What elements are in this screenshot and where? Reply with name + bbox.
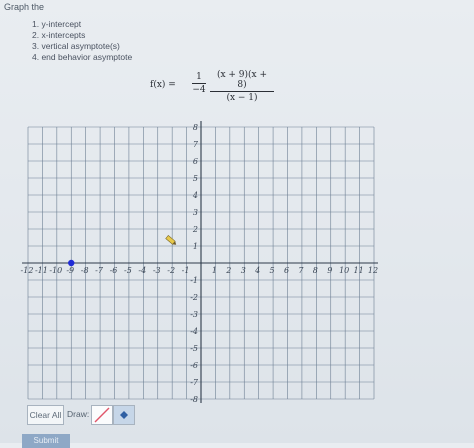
- x-tick-label: 12: [368, 266, 378, 275]
- plotted-points[interactable]: [68, 259, 75, 267]
- y-tick-label: 6: [193, 157, 198, 166]
- y-tick-label: -6: [190, 361, 198, 370]
- x-tick-label: 10: [339, 266, 349, 275]
- x-tick-label: -1: [182, 266, 190, 275]
- graph-canvas[interactable]: -12 -11 -10 -9 -8 -7 -6 -5 -4 -3 -2 -1 1 2 3 4 5 6 7 8 9 10 11…: [0, 0, 474, 443]
- x-tick-label: -9: [66, 266, 74, 275]
- x-tick-label: 8: [313, 266, 318, 275]
- x-tick-label: -7: [95, 266, 104, 275]
- x-tick-label: -4: [138, 266, 146, 275]
- x-tick-label: -3: [153, 266, 161, 275]
- x-tick-label: 7: [298, 266, 304, 275]
- x-tick-label: 3: [241, 266, 246, 275]
- y-tick-label: -7: [190, 378, 199, 387]
- x-tick-label: 2: [225, 266, 231, 275]
- x-tick-label: -2: [167, 266, 175, 275]
- submit-button[interactable]: Submit: [22, 434, 70, 448]
- x-tick-label: 5: [270, 266, 275, 275]
- line-tool-button[interactable]: [91, 405, 113, 425]
- x-tick-label: 1: [212, 266, 217, 275]
- x-tick-label: 4: [254, 266, 260, 275]
- y-tick-label: -5: [190, 344, 198, 353]
- y-tick-label: 4: [192, 191, 198, 200]
- y-tick-label: -1: [190, 276, 198, 285]
- point-tool-button[interactable]: [113, 405, 135, 425]
- line-tool-icon: [94, 407, 110, 423]
- y-tick-label: 3: [193, 208, 198, 217]
- draw-label: Draw:: [67, 409, 90, 419]
- pencil-cursor-icon: [165, 235, 177, 245]
- x-tick-label: -11: [35, 266, 48, 275]
- axes: [22, 121, 378, 403]
- y-tick-label: 1: [193, 242, 198, 251]
- y-tick-label: -8: [190, 395, 198, 404]
- x-tick-label: 6: [284, 266, 289, 275]
- x-tick-label: -10: [49, 266, 62, 275]
- x-tick-label: -8: [81, 266, 89, 275]
- x-intercept-point[interactable]: [68, 259, 75, 267]
- y-tick-label: -3: [190, 310, 198, 319]
- y-tick-label: 7: [193, 140, 199, 149]
- x-tick-label: 11: [353, 266, 363, 275]
- y-tick-label: 5: [193, 174, 198, 183]
- x-tick-label: 9: [327, 266, 332, 275]
- x-tick-label: -12: [21, 266, 34, 275]
- y-tick-label: 2: [192, 225, 198, 234]
- x-tick-label: -6: [110, 266, 118, 275]
- y-tick-label: -4: [190, 327, 198, 336]
- clear-all-button[interactable]: Clear All: [27, 405, 64, 425]
- y-tick-label: 8: [193, 123, 198, 132]
- x-tick-label: -5: [124, 266, 132, 275]
- y-tick-label: -2: [190, 293, 198, 302]
- point-tool-icon: [120, 411, 128, 419]
